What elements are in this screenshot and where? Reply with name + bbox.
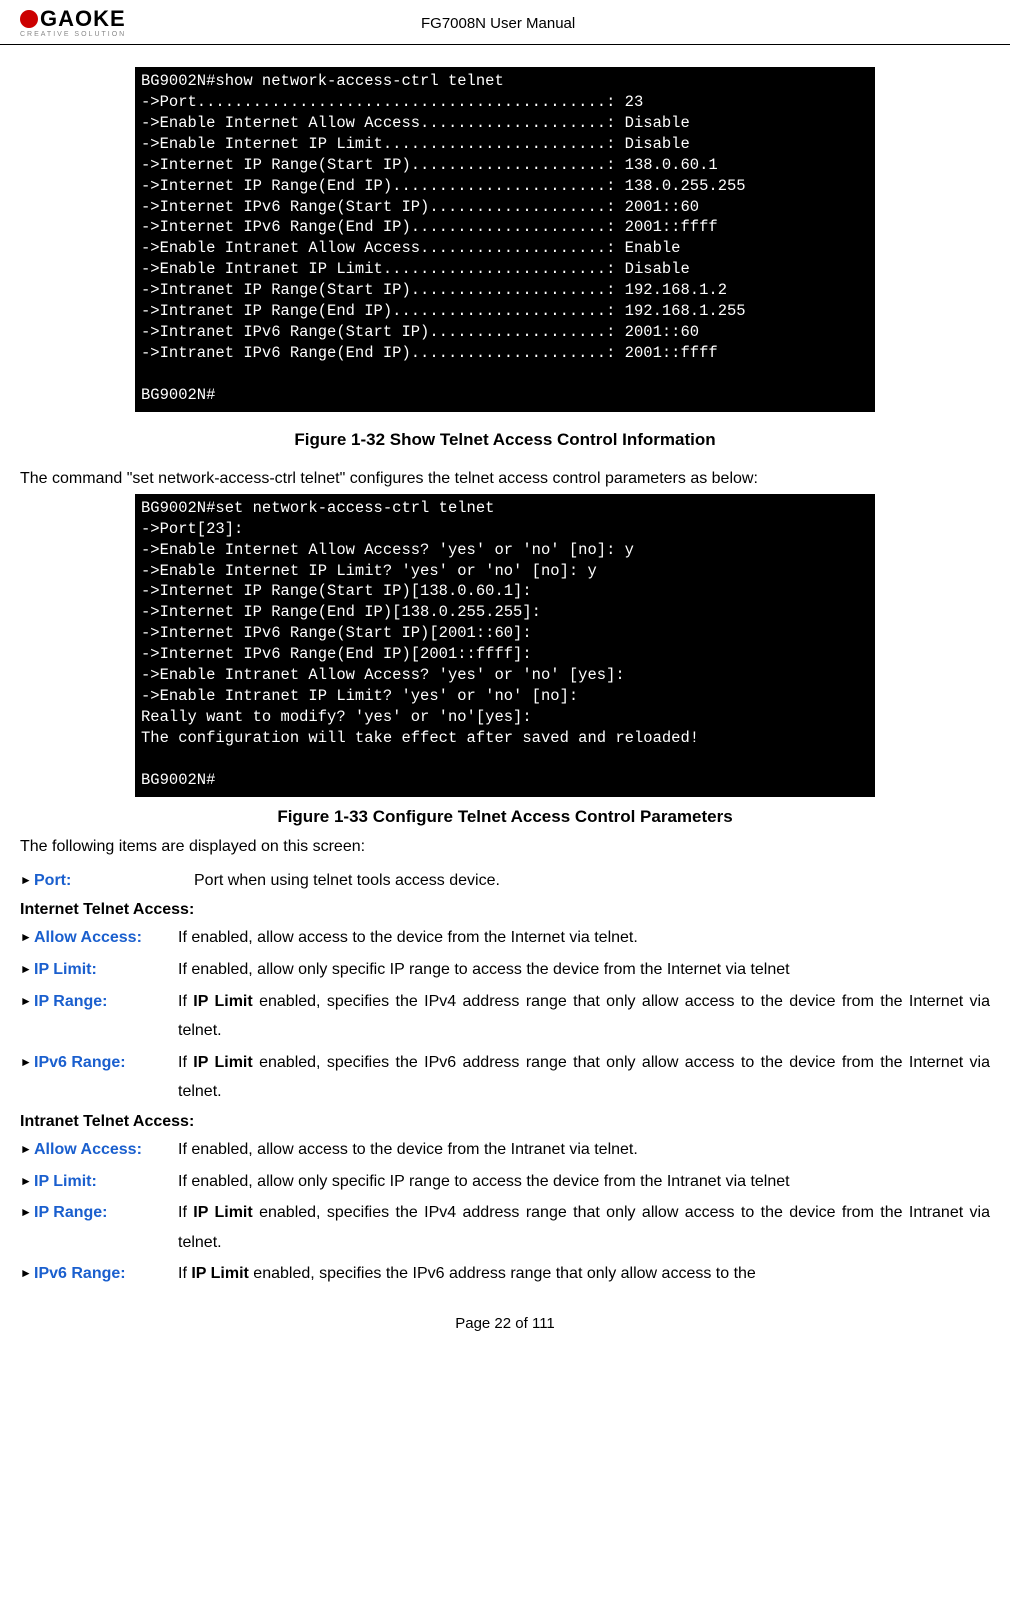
text-prefix: If: [178, 1265, 191, 1282]
text-suffix: enabled, specifies the IPv4 address rang…: [178, 993, 990, 1040]
text-suffix: enabled, specifies the IPv6 address rang…: [178, 1054, 990, 1101]
param-intranet-ip-range: ► IP Range: If IP Limit enabled, specifi…: [20, 1198, 990, 1257]
param-label: Port:: [34, 866, 194, 896]
page-header: GAOKE CREATIVE SOLUTION FG7008N User Man…: [0, 0, 1010, 45]
bullet-icon: ►: [20, 923, 34, 948]
param-internet-ip-limit: ► IP Limit: If enabled, allow only speci…: [20, 955, 990, 985]
logo-text: GAOKE: [20, 8, 126, 30]
text-suffix: enabled, specifies the IPv4 address rang…: [178, 1204, 990, 1251]
param-text: If enabled, allow access to the device f…: [178, 923, 990, 953]
text-suffix: enabled, specifies the IPv6 address rang…: [249, 1265, 756, 1282]
param-internet-allow-access: ► Allow Access: If enabled, allow access…: [20, 923, 990, 953]
param-label: IP Range:: [34, 987, 178, 1017]
param-text: If enabled, allow access to the device f…: [178, 1135, 990, 1165]
text-prefix: If: [178, 1204, 193, 1221]
param-text: Port when using telnet tools access devi…: [194, 866, 990, 896]
section-intranet-head: Intranet Telnet Access:: [20, 1113, 990, 1131]
text-bold: IP Limit: [193, 1204, 252, 1221]
param-intranet-allow-access: ► Allow Access: If enabled, allow access…: [20, 1135, 990, 1165]
param-intranet-ip-limit: ► IP Limit: If enabled, allow only speci…: [20, 1167, 990, 1197]
doc-title: FG7008N User Manual: [126, 15, 990, 32]
param-label: IP Range:: [34, 1198, 178, 1228]
logo: GAOKE CREATIVE SOLUTION: [20, 8, 126, 38]
bullet-icon: ►: [20, 1167, 34, 1192]
bullet-icon: ►: [20, 1135, 34, 1160]
param-label: Allow Access:: [34, 1135, 178, 1165]
bullet-icon: ►: [20, 1048, 34, 1073]
text-prefix: If: [178, 993, 193, 1010]
param-intranet-ipv6-range: ► IPv6 Range: If IP Limit enabled, speci…: [20, 1259, 990, 1289]
intro-set-command: The command "set network-access-ctrl tel…: [20, 470, 990, 488]
bullet-icon: ►: [20, 987, 34, 1012]
intro-items: The following items are displayed on thi…: [20, 833, 990, 860]
param-text: If IP Limit enabled, specifies the IPv4 …: [178, 987, 990, 1046]
text-bold: IP Limit: [193, 993, 252, 1010]
param-text: If IP Limit enabled, specifies the IPv4 …: [178, 1198, 990, 1257]
param-internet-ip-range: ► IP Range: If IP Limit enabled, specifi…: [20, 987, 990, 1046]
page-footer: Page 22 of 111: [20, 1315, 990, 1332]
param-port: ► Port: Port when using telnet tools acc…: [20, 866, 990, 896]
param-label: IP Limit:: [34, 955, 178, 985]
param-text: If IP Limit enabled, specifies the IPv6 …: [178, 1259, 990, 1289]
logo-text-main: GAOKE: [40, 8, 126, 30]
bullet-icon: ►: [20, 1259, 34, 1284]
bullet-icon: ►: [20, 1198, 34, 1223]
bullet-icon: ►: [20, 955, 34, 980]
param-text: If IP Limit enabled, specifies the IPv6 …: [178, 1048, 990, 1107]
param-text: If enabled, allow only specific IP range…: [178, 1167, 990, 1197]
figure-caption-1-32: Figure 1-32 Show Telnet Access Control I…: [20, 430, 990, 450]
terminal-set-output: BG9002N#set network-access-ctrl telnet -…: [135, 494, 875, 797]
text-prefix: If: [178, 1054, 193, 1071]
param-label: IPv6 Range:: [34, 1259, 178, 1289]
bullet-icon: ►: [20, 866, 34, 891]
param-label: IPv6 Range:: [34, 1048, 178, 1078]
param-label: Allow Access:: [34, 923, 178, 953]
text-bold: IP Limit: [191, 1265, 249, 1282]
logo-icon: [20, 10, 38, 28]
figure-caption-1-33: Figure 1-33 Configure Telnet Access Cont…: [20, 807, 990, 827]
param-label: IP Limit:: [34, 1167, 178, 1197]
text-bold: IP Limit: [193, 1054, 252, 1071]
param-internet-ipv6-range: ► IPv6 Range: If IP Limit enabled, speci…: [20, 1048, 990, 1107]
section-internet-head: Internet Telnet Access:: [20, 901, 990, 919]
logo-tagline: CREATIVE SOLUTION: [20, 31, 126, 38]
terminal-show-output: BG9002N#show network-access-ctrl telnet …: [135, 67, 875, 412]
param-text: If enabled, allow only specific IP range…: [178, 955, 990, 985]
